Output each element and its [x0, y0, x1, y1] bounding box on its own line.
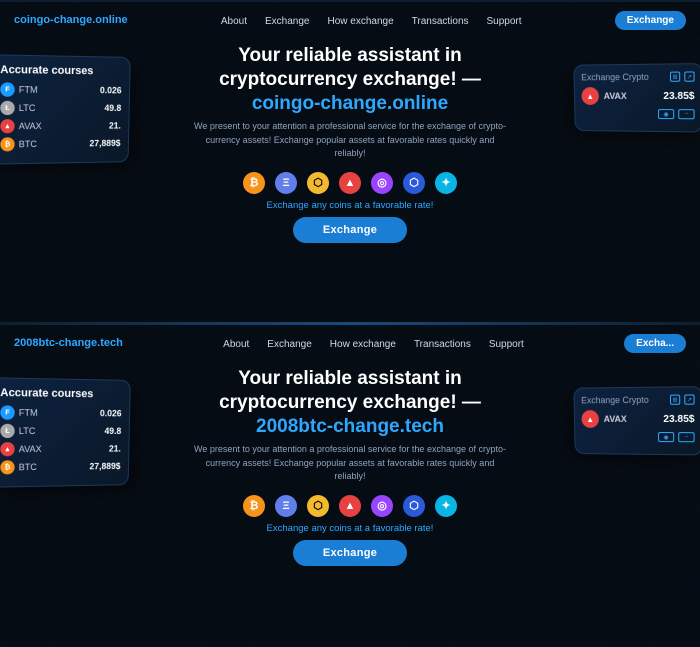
nav-about-2[interactable]: About [223, 339, 249, 350]
site-logo-2: 2008btc-change.tech [14, 337, 123, 349]
hero-body-2: We present to your attention a professio… [190, 443, 510, 484]
nav-about-1[interactable]: About [221, 16, 247, 27]
navbar-1: coingo-change.online About Exchange How … [0, 2, 700, 38]
nav-how-exchange-2[interactable]: How exchange [330, 339, 396, 350]
coin-row-1: ₿ Ξ ⬡ ▲ ◎ ⬡ ✦ [0, 172, 700, 194]
section-2: Accurate courses F FTM 0.026 Ł LTC 49.8 … [0, 325, 700, 647]
exchange-btn-wrap-2: Exchange [0, 540, 700, 566]
navbar-2: 2008btc-change.tech About Exchange How e… [0, 325, 700, 361]
nav-exchange-2[interactable]: Exchange [267, 339, 311, 350]
nav-transactions-2[interactable]: Transactions [414, 339, 471, 350]
exchange-btn-wrap-1: Exchange [0, 217, 700, 243]
bnb-coin-icon-2: ⬡ [307, 495, 329, 517]
exchange-button-1[interactable]: Exchange [293, 217, 407, 243]
nav-exchange-1[interactable]: Exchange [265, 16, 309, 27]
exchange-tagline-2: Exchange any coins at a favorable rate! [0, 523, 700, 534]
hero-body-1: We present to your attention a professio… [190, 120, 510, 161]
hero-headline-1: Your reliable assistant incryptocurrency… [80, 44, 620, 115]
eth-coin-icon-2: Ξ [275, 495, 297, 517]
xlm-coin-icon-2: ✦ [435, 495, 457, 517]
nav-cta-button-2[interactable]: Excha... [624, 334, 686, 353]
nav-cta-button-1[interactable]: Exchange [615, 11, 686, 30]
bnb-coin-icon-1: ⬡ [307, 172, 329, 194]
hero-brand-1: coingo-change.online [252, 93, 448, 114]
nav-links-1: About Exchange How exchange Transactions… [221, 11, 522, 29]
hero-headline-2: Your reliable assistant incryptocurrency… [80, 367, 620, 438]
nav-support-1[interactable]: Support [487, 16, 522, 27]
btc-coin-icon-2: ₿ [243, 495, 265, 517]
nav-links-2: About Exchange How exchange Transactions… [223, 334, 524, 352]
avax-coin-icon-1: ▲ [339, 172, 361, 194]
coin-row-2: ₿ Ξ ⬡ ▲ ◎ ⬡ ✦ [0, 495, 700, 517]
nav-support-2[interactable]: Support [489, 339, 524, 350]
exchange-button-2[interactable]: Exchange [293, 540, 407, 566]
hero-1: Your reliable assistant incryptocurrency… [0, 38, 700, 165]
nav-transactions-1[interactable]: Transactions [412, 16, 469, 27]
link-coin-icon-2: ⬡ [403, 495, 425, 517]
sol-coin-icon-2: ◎ [371, 495, 393, 517]
hero-2: Your reliable assistant incryptocurrency… [0, 361, 700, 488]
site-logo-1: coingo-change.online [14, 14, 128, 26]
avax-coin-icon-2: ▲ [339, 495, 361, 517]
exchange-tagline-1: Exchange any coins at a favorable rate! [0, 200, 700, 211]
sol-coin-icon-1: ◎ [371, 172, 393, 194]
link-coin-icon-1: ⬡ [403, 172, 425, 194]
hero-brand-2: 2008btc-change.tech [256, 416, 444, 437]
btc-coin-icon-1: ₿ [243, 172, 265, 194]
nav-how-exchange-1[interactable]: How exchange [327, 16, 393, 27]
eth-coin-icon-1: Ξ [275, 172, 297, 194]
section-1: Accurate courses F FTM 0.026 Ł LTC 49.8 … [0, 0, 700, 322]
xlm-coin-icon-1: ✦ [435, 172, 457, 194]
